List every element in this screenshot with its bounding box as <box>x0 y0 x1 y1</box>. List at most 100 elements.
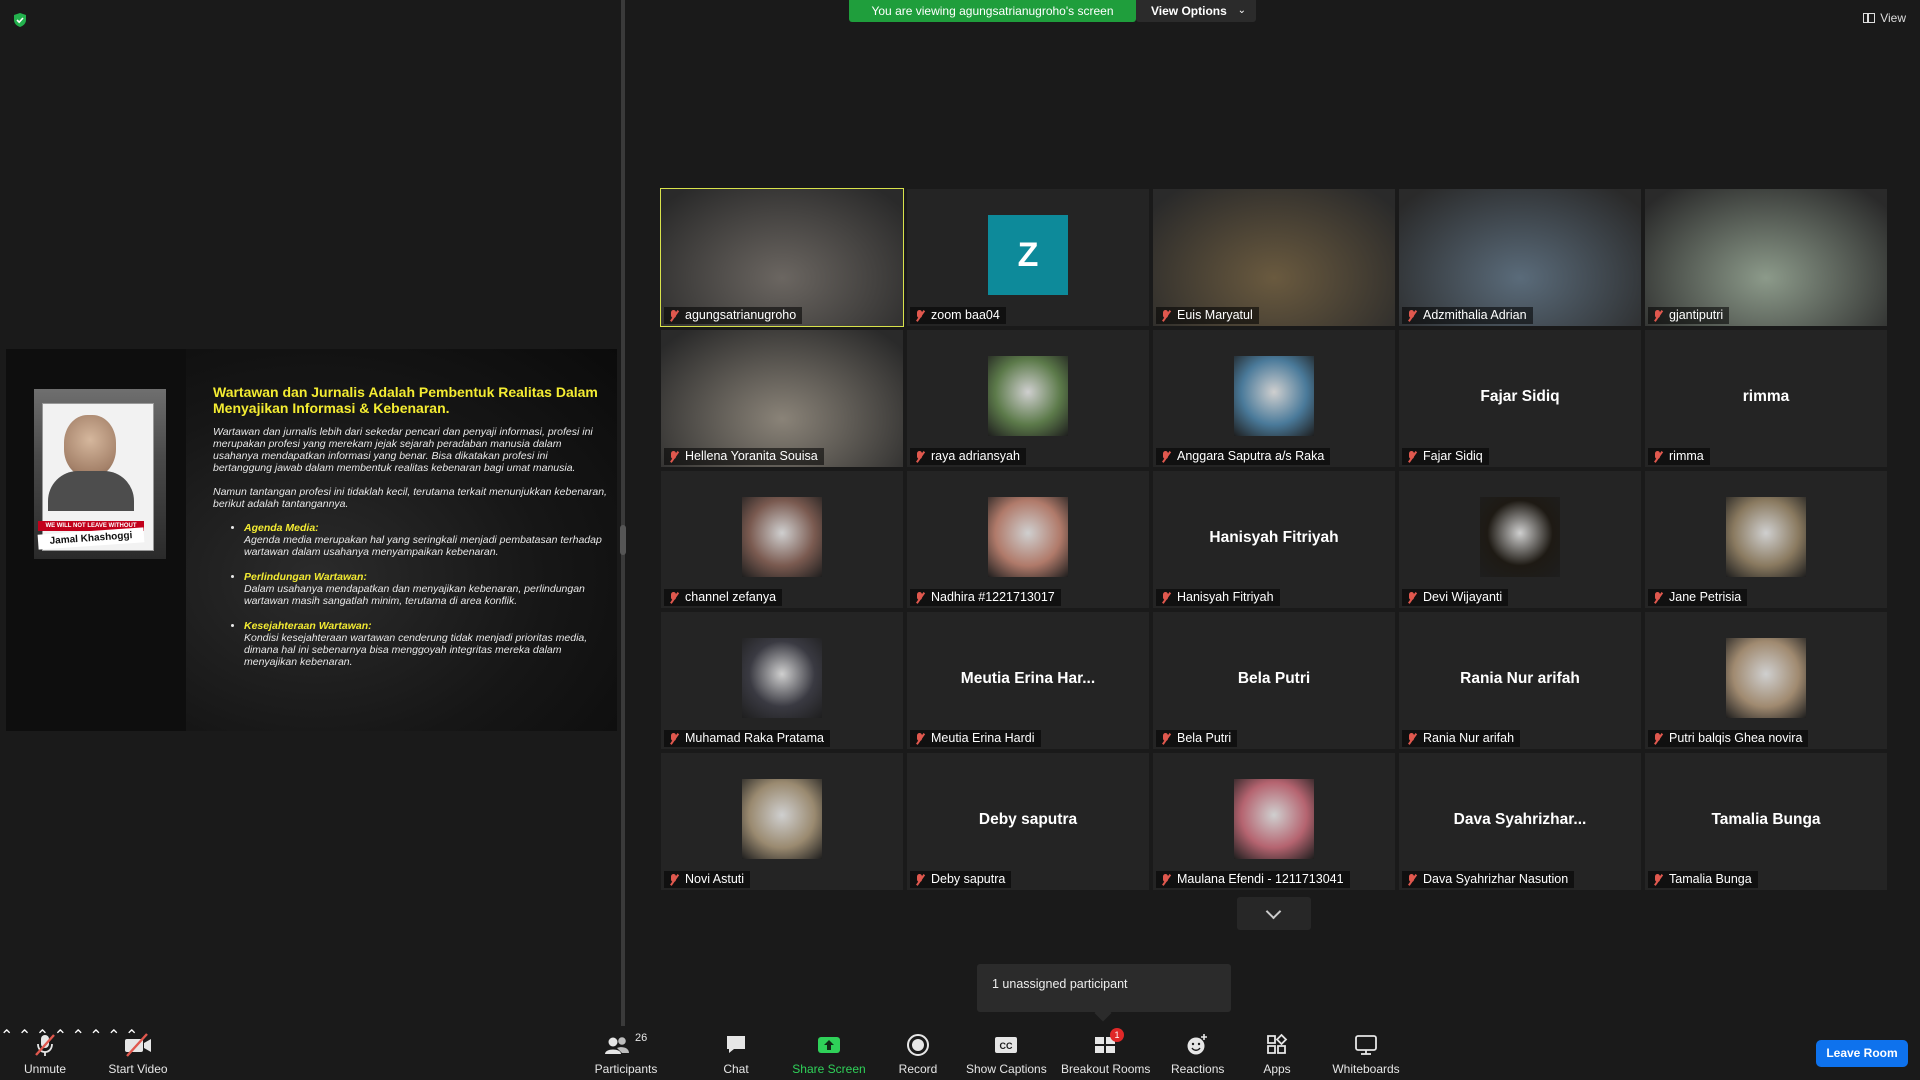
apps-icon <box>1267 1033 1288 1054</box>
participant-tile[interactable]: Nadhira #1221713017 <box>907 471 1149 608</box>
participant-name: Adzmithalia Adrian <box>1423 308 1527 322</box>
gallery-next-page-button[interactable] <box>1237 897 1311 930</box>
participant-tile[interactable]: Bela Putri Bela Putri <box>1153 612 1395 749</box>
share-screen-button[interactable]: Share Screen <box>792 1032 866 1076</box>
participant-name-tag: Dava Syahrizhar Nasution <box>1402 871 1575 888</box>
participant-name-tag: Hanisyah Fitriyah <box>1156 589 1280 606</box>
participant-tile[interactable]: channel zefanya <box>661 471 903 608</box>
participants-icon <box>605 1037 629 1054</box>
participant-tile[interactable]: Meutia Erina Har... Meutia Erina Hardi <box>907 612 1149 749</box>
breakout-rooms-label: Breakout Rooms <box>1061 1062 1151 1076</box>
muted-mic-icon <box>668 732 680 745</box>
participant-tile[interactable]: agungsatrianugroho <box>660 188 904 327</box>
share-screen-icon <box>818 1037 840 1053</box>
participant-name: Anggara Saputra a/s Raka <box>1177 449 1325 463</box>
photo-face <box>64 415 116 477</box>
participant-tile[interactable]: gjantiputri <box>1645 189 1887 326</box>
muted-mic-icon <box>1652 732 1664 745</box>
muted-mic-icon <box>1406 732 1418 745</box>
participant-tile[interactable]: Tamalia Bunga Tamalia Bunga <box>1645 753 1887 890</box>
chevron-down-icon: ⌄ <box>1237 5 1246 16</box>
audio-options-caret-icon[interactable]: ⌃ <box>0 1028 13 1045</box>
participant-name-tag: gjantiputri <box>1648 307 1730 324</box>
muted-mic-icon <box>1406 450 1418 463</box>
participant-name: rimma <box>1669 449 1704 463</box>
split-view-divider[interactable] <box>620 0 626 1026</box>
show-captions-button[interactable]: CC Show Captions <box>966 1032 1047 1076</box>
breakout-rooms-button[interactable]: 1 Breakout Rooms <box>1061 1028 1151 1076</box>
participants-count: 26 <box>635 1032 648 1044</box>
slide-title: Wartawan dan Jurnalis Adalah Pembentuk R… <box>213 384 598 416</box>
avatar <box>1726 497 1806 577</box>
avatar <box>1234 779 1314 859</box>
slide-paragraph: Namun tantangan profesi ini tidaklah kec… <box>213 486 607 510</box>
captions-icon: CC <box>995 1037 1017 1053</box>
divider-drag-handle[interactable] <box>620 525 626 555</box>
participant-name: channel zefanya <box>685 590 777 604</box>
muted-mic-icon <box>914 873 926 886</box>
slide-bullet: Perlindungan Wartawan:Dalam usahanya men… <box>244 571 608 607</box>
participant-tile[interactable]: Zzoom baa04 <box>907 189 1149 326</box>
participant-display-name: Tamalia Bunga <box>1711 811 1821 828</box>
unmute-button[interactable]: Unmute <box>20 1032 70 1076</box>
participant-tile[interactable]: Hanisyah Fitriyah Hanisyah Fitriyah <box>1153 471 1395 608</box>
participant-tile[interactable]: Maulana Efendi - 1211713041 <box>1153 753 1395 890</box>
view-button[interactable]: View <box>1863 11 1906 25</box>
participant-tile[interactable]: Deby saputra Deby saputra <box>907 753 1149 890</box>
participant-tile[interactable]: Devi Wijayanti <box>1399 471 1641 608</box>
participant-name-tag: Euis Maryatul <box>1156 307 1259 324</box>
participant-tile[interactable]: Hellena Yoranita Souisa <box>661 330 903 467</box>
reactions-options-caret-icon[interactable]: ⌃ <box>89 1028 102 1045</box>
participant-name: Rania Nur arifah <box>1423 731 1515 745</box>
participant-tile[interactable]: Euis Maryatul <box>1153 189 1395 326</box>
participant-tile[interactable]: Anggara Saputra a/s Raka <box>1153 330 1395 467</box>
muted-mic-icon <box>1652 873 1664 886</box>
participant-name-tag: agungsatrianugroho <box>664 307 803 324</box>
participant-name: raya adriansyah <box>931 449 1020 463</box>
start-video-button[interactable]: Start Video <box>106 1032 170 1076</box>
participant-tile[interactable]: Fajar Sidiq Fajar Sidiq <box>1399 330 1641 467</box>
whiteboards-button[interactable]: Whiteboards <box>1330 1032 1402 1076</box>
participant-tile[interactable]: Muhamad Raka Pratama <box>661 612 903 749</box>
slide-photo: WE WILL NOT LEAVE WITHOUT Jamal Khashogg… <box>34 389 166 559</box>
participant-name-tag: Maulana Efendi - 1211713041 <box>1156 871 1350 888</box>
avatar <box>742 497 822 577</box>
show-captions-label: Show Captions <box>966 1062 1047 1076</box>
slide-bullet: Agenda Media:Agenda media merupakan hal … <box>244 522 608 558</box>
view-options-button[interactable]: View Options ⌄ <box>1136 0 1256 22</box>
participant-name-tag: Devi Wijayanti <box>1402 589 1509 606</box>
participant-tile[interactable]: raya adriansyah <box>907 330 1149 467</box>
captions-options-caret-icon[interactable]: ⌃ <box>71 1028 84 1045</box>
participant-tile[interactable]: Adzmithalia Adrian <box>1399 189 1641 326</box>
participant-display-name: Rania Nur arifah <box>1460 670 1580 687</box>
record-button[interactable]: Record <box>898 1032 938 1076</box>
participant-tile[interactable]: Jane Petrisia <box>1645 471 1887 608</box>
avatar: Z <box>988 215 1068 295</box>
participant-tile[interactable]: Putri balqis Ghea novira <box>1645 612 1887 749</box>
participant-name: Hellena Yoranita Souisa <box>685 449 818 463</box>
participant-name-tag: Tamalia Bunga <box>1648 871 1758 888</box>
participant-display-name: Hanisyah Fitriyah <box>1209 529 1339 546</box>
slide-bullet: Kesejahteraan Wartawan:Kondisi kesejahte… <box>244 620 608 668</box>
participant-name-tag: Anggara Saputra a/s Raka <box>1156 448 1331 465</box>
participant-tile[interactable]: rimma rimma <box>1645 330 1887 467</box>
leave-room-button[interactable]: Leave Room <box>1816 1040 1908 1067</box>
participant-name: Hanisyah Fitriyah <box>1177 590 1274 604</box>
participant-name-tag: Bela Putri <box>1156 730 1238 747</box>
participant-tile[interactable]: Novi Astuti <box>661 753 903 890</box>
muted-mic-icon <box>668 873 680 886</box>
apps-button[interactable]: Apps <box>1262 1032 1292 1076</box>
participant-tile[interactable]: Rania Nur arifah Rania Nur arifah <box>1399 612 1641 749</box>
muted-mic-icon <box>1160 591 1172 604</box>
participants-button[interactable]: 26 Participants <box>592 1032 660 1076</box>
unassigned-participant-tooltip[interactable]: 1 unassigned participant <box>977 964 1231 1012</box>
meeting-toolbar: Unmute ⌃ Start Video ⌃ 26 Participants C… <box>0 1026 1920 1080</box>
chat-button[interactable]: Chat <box>721 1032 751 1076</box>
muted-mic-icon <box>914 732 926 745</box>
participant-tile[interactable]: Dava Syahrizhar... Dava Syahrizhar Nasuti… <box>1399 753 1641 890</box>
security-shield-icon[interactable] <box>12 12 28 28</box>
participant-name-tag: Putri balqis Ghea novira <box>1648 730 1809 747</box>
bullet-heading: Perlindungan Wartawan: <box>244 571 367 583</box>
reactions-label: Reactions <box>1171 1062 1225 1076</box>
reactions-button[interactable]: Reactions <box>1171 1032 1225 1076</box>
